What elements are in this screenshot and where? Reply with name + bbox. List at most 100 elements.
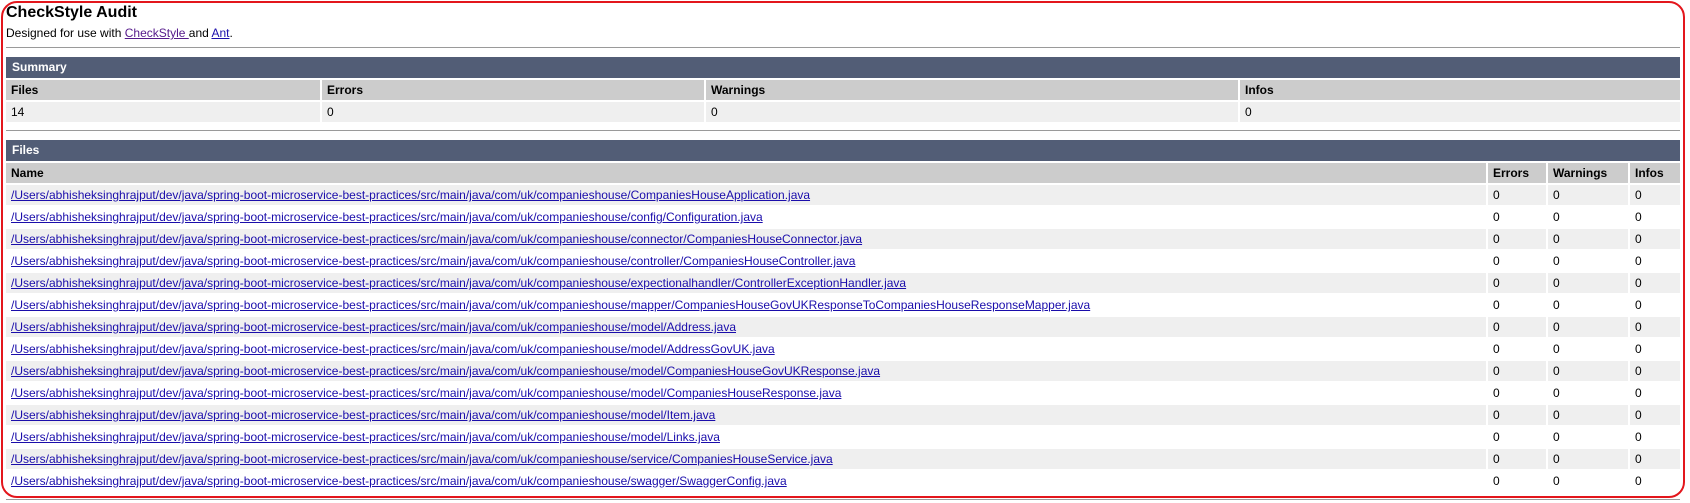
- file-link[interactable]: /Users/abhisheksinghrajput/dev/java/spri…: [11, 298, 1090, 312]
- summary-files-count: 14: [6, 102, 320, 122]
- file-errors-cell: 0: [1488, 295, 1546, 315]
- file-errors-cell: 0: [1488, 383, 1546, 403]
- file-name-cell: /Users/abhisheksinghrajput/dev/java/spri…: [6, 339, 1486, 359]
- file-infos-cell: 0: [1630, 471, 1680, 491]
- file-warnings-cell: 0: [1548, 207, 1628, 227]
- page-subtitle: Designed for use with CheckStyle and Ant…: [6, 25, 1680, 41]
- file-link[interactable]: /Users/abhisheksinghrajput/dev/java/spri…: [11, 320, 736, 334]
- file-name-cell: /Users/abhisheksinghrajput/dev/java/spri…: [6, 471, 1486, 491]
- table-row: /Users/abhisheksinghrajput/dev/java/spri…: [6, 471, 1680, 491]
- file-link[interactable]: /Users/abhisheksinghrajput/dev/java/spri…: [11, 210, 763, 224]
- file-warnings-cell: 0: [1548, 317, 1628, 337]
- file-name-cell: /Users/abhisheksinghrajput/dev/java/spri…: [6, 383, 1486, 403]
- report-content: CheckStyle Audit Designed for use with C…: [6, 3, 1680, 500]
- subtitle-prefix: Designed for use with: [6, 26, 125, 40]
- divider: [6, 130, 1680, 131]
- file-warnings-cell: 0: [1548, 383, 1628, 403]
- file-link[interactable]: /Users/abhisheksinghrajput/dev/java/spri…: [11, 364, 880, 378]
- file-name-cell: /Users/abhisheksinghrajput/dev/java/spri…: [6, 405, 1486, 425]
- file-link[interactable]: /Users/abhisheksinghrajput/dev/java/spri…: [11, 452, 833, 466]
- file-link[interactable]: /Users/abhisheksinghrajput/dev/java/spri…: [11, 408, 715, 422]
- file-warnings-cell: 0: [1548, 427, 1628, 447]
- summary-col-files: Files: [6, 80, 320, 100]
- file-errors-cell: 0: [1488, 273, 1546, 293]
- table-row: /Users/abhisheksinghrajput/dev/java/spri…: [6, 207, 1680, 227]
- summary-col-warnings: Warnings: [706, 80, 1238, 100]
- file-errors-cell: 0: [1488, 339, 1546, 359]
- subtitle-middle: and: [188, 26, 212, 40]
- file-warnings-cell: 0: [1548, 251, 1628, 271]
- table-row: /Users/abhisheksinghrajput/dev/java/spri…: [6, 273, 1680, 293]
- file-link[interactable]: /Users/abhisheksinghrajput/dev/java/spri…: [11, 430, 720, 444]
- file-name-cell: /Users/abhisheksinghrajput/dev/java/spri…: [6, 229, 1486, 249]
- file-infos-cell: 0: [1630, 207, 1680, 227]
- file-link[interactable]: /Users/abhisheksinghrajput/dev/java/spri…: [11, 276, 906, 290]
- divider: [6, 499, 1680, 500]
- files-header-row: Name Errors Warnings Infos: [6, 163, 1680, 183]
- file-name-cell: /Users/abhisheksinghrajput/dev/java/spri…: [6, 427, 1486, 447]
- file-errors-cell: 0: [1488, 229, 1546, 249]
- file-infos-cell: 0: [1630, 273, 1680, 293]
- summary-col-infos: Infos: [1240, 80, 1680, 100]
- subtitle-suffix: .: [229, 26, 233, 40]
- file-warnings-cell: 0: [1548, 471, 1628, 491]
- summary-header-row: Files Errors Warnings Infos: [6, 80, 1680, 100]
- file-errors-cell: 0: [1488, 207, 1546, 227]
- files-header: Files: [6, 140, 1680, 161]
- file-errors-cell: 0: [1488, 317, 1546, 337]
- file-errors-cell: 0: [1488, 251, 1546, 271]
- table-row: /Users/abhisheksinghrajput/dev/java/spri…: [6, 405, 1680, 425]
- ant-link[interactable]: Ant: [211, 26, 229, 40]
- summary-infos-count: 0: [1240, 102, 1680, 122]
- table-row: /Users/abhisheksinghrajput/dev/java/spri…: [6, 361, 1680, 381]
- file-name-cell: /Users/abhisheksinghrajput/dev/java/spri…: [6, 185, 1486, 205]
- file-warnings-cell: 0: [1548, 361, 1628, 381]
- summary-col-errors: Errors: [322, 80, 704, 100]
- file-infos-cell: 0: [1630, 317, 1680, 337]
- file-link[interactable]: /Users/abhisheksinghrajput/dev/java/spri…: [11, 386, 841, 400]
- file-infos-cell: 0: [1630, 383, 1680, 403]
- file-warnings-cell: 0: [1548, 449, 1628, 469]
- file-infos-cell: 0: [1630, 361, 1680, 381]
- file-warnings-cell: 0: [1548, 405, 1628, 425]
- file-link[interactable]: /Users/abhisheksinghrajput/dev/java/spri…: [11, 474, 787, 488]
- file-name-cell: /Users/abhisheksinghrajput/dev/java/spri…: [6, 295, 1486, 315]
- file-warnings-cell: 0: [1548, 185, 1628, 205]
- file-infos-cell: 0: [1630, 339, 1680, 359]
- table-row: /Users/abhisheksinghrajput/dev/java/spri…: [6, 449, 1680, 469]
- file-warnings-cell: 0: [1548, 339, 1628, 359]
- checkstyle-link[interactable]: CheckStyle: [125, 26, 189, 40]
- file-name-cell: /Users/abhisheksinghrajput/dev/java/spri…: [6, 251, 1486, 271]
- file-link[interactable]: /Users/abhisheksinghrajput/dev/java/spri…: [11, 342, 775, 356]
- summary-row: 14 0 0 0: [6, 102, 1680, 122]
- divider: [6, 47, 1680, 48]
- file-errors-cell: 0: [1488, 471, 1546, 491]
- file-name-cell: /Users/abhisheksinghrajput/dev/java/spri…: [6, 449, 1486, 469]
- files-table-body: /Users/abhisheksinghrajput/dev/java/spri…: [6, 185, 1680, 491]
- table-row: /Users/abhisheksinghrajput/dev/java/spri…: [6, 383, 1680, 403]
- file-link[interactable]: /Users/abhisheksinghrajput/dev/java/spri…: [11, 232, 862, 246]
- file-name-cell: /Users/abhisheksinghrajput/dev/java/spri…: [6, 207, 1486, 227]
- summary-section: Summary Files Errors Warnings Infos 14 0…: [6, 57, 1680, 131]
- file-name-cell: /Users/abhisheksinghrajput/dev/java/spri…: [6, 273, 1486, 293]
- file-infos-cell: 0: [1630, 229, 1680, 249]
- table-row: /Users/abhisheksinghrajput/dev/java/spri…: [6, 339, 1680, 359]
- files-col-warnings: Warnings: [1548, 163, 1628, 183]
- summary-warnings-count: 0: [706, 102, 1238, 122]
- file-link[interactable]: /Users/abhisheksinghrajput/dev/java/spri…: [11, 254, 855, 268]
- summary-errors-count: 0: [322, 102, 704, 122]
- file-name-cell: /Users/abhisheksinghrajput/dev/java/spri…: [6, 317, 1486, 337]
- file-link[interactable]: /Users/abhisheksinghrajput/dev/java/spri…: [11, 188, 810, 202]
- page-title: CheckStyle Audit: [6, 4, 137, 21]
- file-errors-cell: 0: [1488, 405, 1546, 425]
- file-errors-cell: 0: [1488, 427, 1546, 447]
- files-table: Name Errors Warnings Infos /Users/abhish…: [4, 161, 1682, 493]
- summary-header: Summary: [6, 57, 1680, 78]
- file-errors-cell: 0: [1488, 361, 1546, 381]
- file-infos-cell: 0: [1630, 251, 1680, 271]
- files-section: Files Name Errors Warnings Infos /Users/…: [6, 140, 1680, 500]
- file-name-cell: /Users/abhisheksinghrajput/dev/java/spri…: [6, 361, 1486, 381]
- table-row: /Users/abhisheksinghrajput/dev/java/spri…: [6, 317, 1680, 337]
- file-errors-cell: 0: [1488, 185, 1546, 205]
- files-col-errors: Errors: [1488, 163, 1546, 183]
